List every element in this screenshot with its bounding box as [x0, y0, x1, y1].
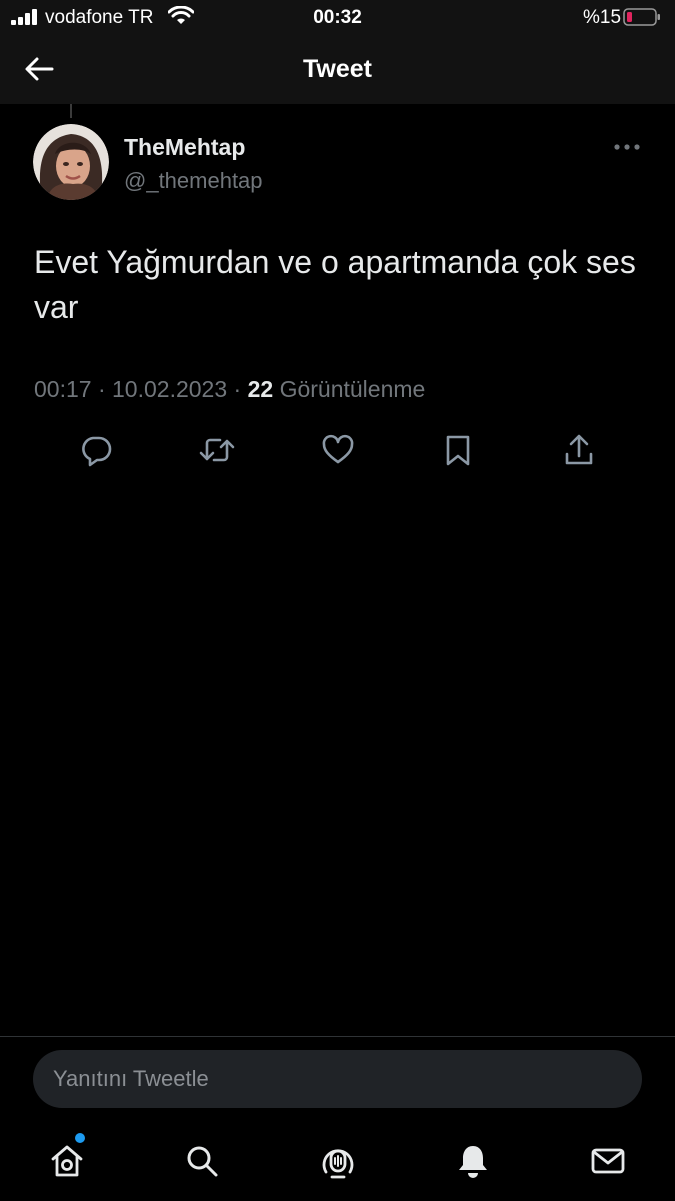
status-clock: 00:32	[313, 7, 362, 28]
status-bar: vodafone TR 00:32 %15	[0, 0, 675, 36]
bottom-bar: Yanıtını Tweetle	[0, 1036, 675, 1201]
top-navigation-bar: Tweet	[0, 36, 675, 104]
tab-spaces[interactable]	[318, 1141, 358, 1181]
spaces-icon	[322, 1149, 354, 1179]
mail-icon	[591, 1148, 625, 1174]
retweet-button[interactable]	[195, 428, 239, 472]
views-count[interactable]: 22	[248, 376, 274, 402]
views-label[interactable]: Görüntülenme	[280, 376, 426, 402]
home-icon	[51, 1145, 83, 1177]
search-icon	[187, 1146, 218, 1177]
tweet-meta: 00:17 · 10.02.2023 · 22 Görüntülenme	[34, 376, 425, 403]
page-title: Tweet	[303, 55, 372, 83]
tab-home[interactable]	[47, 1141, 87, 1181]
heart-icon	[322, 434, 354, 464]
share-icon	[565, 434, 593, 465]
retweet-icon	[199, 438, 235, 462]
tweet-time[interactable]: 00:17	[34, 376, 92, 402]
avatar-image	[33, 124, 109, 200]
tweet-text: Evet Yağmurdan ve o apartmanda çok ses v…	[34, 244, 636, 325]
battery-percentage: %15	[583, 7, 622, 28]
share-button[interactable]	[557, 428, 601, 472]
author-display-name[interactable]: TheMehtap	[124, 134, 245, 161]
reply-icon	[82, 436, 112, 467]
bell-icon	[459, 1146, 487, 1178]
meta-separator: ·	[91, 376, 113, 402]
meta-separator: ·	[227, 376, 248, 402]
more-icon[interactable]	[612, 137, 642, 157]
bookmark-icon	[446, 435, 470, 466]
like-button[interactable]	[316, 428, 360, 472]
reply-input[interactable]: Yanıtını Tweetle	[33, 1050, 642, 1108]
tweet-date[interactable]: 10.02.2023	[112, 376, 227, 402]
tab-notifications[interactable]	[453, 1141, 493, 1181]
battery-icon	[623, 8, 660, 26]
tab-messages[interactable]	[588, 1141, 628, 1181]
tweet-actions	[0, 428, 675, 472]
tab-search[interactable]	[182, 1141, 222, 1181]
bookmark-button[interactable]	[436, 428, 480, 472]
avatar[interactable]	[33, 124, 109, 200]
reply-button[interactable]	[74, 428, 118, 472]
new-content-indicator	[75, 1133, 85, 1143]
thread-connector-line	[70, 104, 72, 118]
author-handle[interactable]: @_themehtap	[124, 168, 263, 194]
